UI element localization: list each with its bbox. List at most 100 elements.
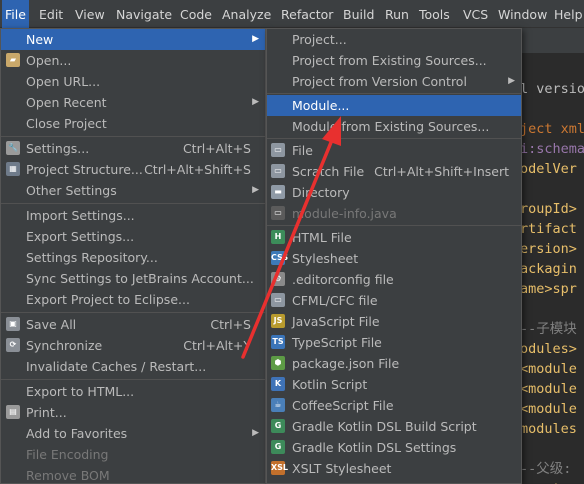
scratch-file-icon: ▭ — [271, 164, 285, 178]
menu-item-editorconfig-file[interactable]: ⚙ .editorconfig file — [267, 269, 521, 290]
menu-help[interactable]: Help — [551, 0, 584, 28]
code-line: modules — [520, 421, 577, 437]
menu-item-kotlin-script[interactable]: K Kotlin Script — [267, 374, 521, 395]
menu-run[interactable]: Run — [382, 0, 412, 28]
save-icon: ▣ — [6, 317, 20, 331]
menu-separator — [267, 138, 521, 139]
code-editor[interactable]: l version ject xml i:schema odelVer roupId> r… — [520, 28, 584, 484]
typescript-file-icon: TS — [271, 335, 285, 349]
menu-item-close-project[interactable]: Close Project — [1, 113, 265, 134]
nodejs-icon: ⬢ — [271, 356, 285, 370]
wrench-icon: 🔧 — [6, 141, 20, 155]
menu-item-label: Export Project to Eclipse... — [26, 292, 190, 307]
code-line: ame>spr — [520, 281, 577, 297]
menu-item-cfml-cfc-file[interactable]: ▭ CFML/CFC file — [267, 290, 521, 311]
menu-item-label: Sync Settings to JetBrains Account... — [26, 271, 254, 286]
code-line: odelVer — [520, 161, 577, 177]
menu-item-label: File — [292, 143, 313, 158]
menu-vcs[interactable]: VCS — [460, 0, 491, 28]
menu-item-project-structure[interactable]: ▦ Project Structure... Ctrl+Alt+Shift+S — [1, 159, 265, 180]
menu-item-label: Module... — [292, 98, 350, 113]
project-structure-icon: ▦ — [6, 162, 20, 176]
menu-item-module-from-existing-sources[interactable]: Module from Existing Sources... — [267, 116, 521, 137]
menu-item-export-project-to-eclipse[interactable]: Export Project to Eclipse... — [1, 289, 265, 310]
menu-item-xslt-stylesheet[interactable]: XSL XSLT Stylesheet — [267, 458, 521, 479]
code-line: roupId> — [520, 201, 577, 217]
menu-item-file[interactable]: ▭ File — [267, 140, 521, 161]
menu-item-label: Directory — [292, 185, 350, 200]
menu-file[interactable]: File — [2, 0, 29, 28]
menu-item-open[interactable]: ▰ Open... — [1, 50, 265, 71]
menu-item-project[interactable]: Project... — [267, 29, 521, 50]
menu-item-import-settings[interactable]: Import Settings... — [1, 205, 265, 226]
menu-item-directory[interactable]: ▬ Directory — [267, 182, 521, 203]
editor-tab-bar — [520, 28, 584, 54]
menu-item-coffeescript-file[interactable]: ☕ CoffeeScript File — [267, 395, 521, 416]
menu-item-export-to-html[interactable]: Export to HTML... — [1, 381, 265, 402]
menu-edit[interactable]: Edit — [36, 0, 66, 28]
menu-item-javascript-file[interactable]: JS JavaScript File — [267, 311, 521, 332]
menu-item-print[interactable]: ▤ Print... — [1, 402, 265, 423]
menu-item-scratch-file[interactable]: ▭ Scratch File Ctrl+Alt+Shift+Insert — [267, 161, 521, 182]
menu-item-gradle-kotlin-dsl-build-script[interactable]: G Gradle Kotlin DSL Build Script — [267, 416, 521, 437]
code-line: ersion> — [520, 241, 577, 257]
menu-item-typescript-file[interactable]: TS TypeScript File — [267, 332, 521, 353]
menu-item-label: Project from Existing Sources... — [292, 53, 487, 68]
menu-item-file-encoding[interactable]: File Encoding — [1, 444, 265, 465]
menu-bar: File Edit View Navigate Code Analyze Refactor B… — [0, 0, 584, 28]
code-line: <module — [520, 401, 577, 417]
menu-code[interactable]: Code — [177, 0, 215, 28]
menu-item-label: Open Recent — [26, 95, 107, 110]
cfml-file-icon: ▭ — [271, 293, 285, 307]
menu-item-settings-repository[interactable]: Settings Repository... — [1, 247, 265, 268]
shortcut-label: Ctrl+Alt+S — [182, 141, 251, 156]
xslt-icon: XSL — [271, 461, 288, 475]
menu-item-label: CFML/CFC file — [292, 293, 378, 308]
javascript-file-icon: JS — [271, 314, 285, 328]
menu-item-open-recent[interactable]: Open Recent ▶ — [1, 92, 265, 113]
menu-item-label: Settings Repository... — [26, 250, 158, 265]
menu-item-module-info-java[interactable]: ▭ module-info.java — [267, 203, 521, 224]
menu-item-label: CoffeeScript File — [292, 398, 394, 413]
menu-item-settings[interactable]: 🔧 Settings... Ctrl+Alt+S — [1, 138, 265, 159]
menu-item-label: Project from Version Control — [292, 74, 467, 89]
menu-build[interactable]: Build — [340, 0, 377, 28]
menu-item-add-to-favorites[interactable]: Add to Favorites ▶ — [1, 423, 265, 444]
menu-item-export-settings[interactable]: Export Settings... — [1, 226, 265, 247]
menu-item-invalidate-caches-restart[interactable]: Invalidate Caches / Restart... — [1, 356, 265, 377]
menu-separator — [267, 93, 521, 94]
menu-separator — [1, 136, 265, 137]
menu-item-module[interactable]: Module... — [267, 95, 521, 116]
menu-item-label: Invalidate Caches / Restart... — [26, 359, 207, 374]
menu-view[interactable]: View — [72, 0, 108, 28]
coffeescript-icon: ☕ — [271, 398, 285, 412]
menu-item-synchronize[interactable]: ⟳ Synchronize Ctrl+Alt+Y — [1, 335, 265, 356]
menu-item-gradle-kotlin-dsl-settings[interactable]: G Gradle Kotlin DSL Settings — [267, 437, 521, 458]
menu-item-project-from-existing-sources[interactable]: Project from Existing Sources... — [267, 50, 521, 71]
menu-item-label: Synchronize — [26, 338, 103, 353]
menu-item-remove-bom[interactable]: Remove BOM — [1, 465, 265, 484]
menu-navigate[interactable]: Navigate — [113, 0, 175, 28]
menu-item-sync-settings-to-jetbrains-account[interactable]: Sync Settings to JetBrains Account... — [1, 268, 265, 289]
menu-item-label: Project Structure... — [26, 162, 143, 177]
menu-separator — [1, 379, 265, 380]
gradle-icon: G — [271, 440, 285, 454]
menu-tools[interactable]: Tools — [416, 0, 453, 28]
menu-analyze[interactable]: Analyze — [219, 0, 274, 28]
shortcut-label: Ctrl+Alt+Y — [183, 338, 251, 353]
menu-item-new[interactable]: New ▶ — [1, 29, 265, 50]
menu-item-label: .editorconfig file — [292, 272, 394, 287]
code-line: <module — [520, 361, 577, 377]
menu-window[interactable]: Window — [495, 0, 550, 28]
menu-item-open-url[interactable]: Open URL... — [1, 71, 265, 92]
menu-item-save-all[interactable]: ▣ Save All Ctrl+S — [1, 314, 265, 335]
file-icon: ▭ — [271, 143, 285, 157]
menu-item-other-settings[interactable]: Other Settings ▶ — [1, 180, 265, 201]
menu-refactor[interactable]: Refactor — [278, 0, 336, 28]
menu-separator — [1, 312, 265, 313]
menu-item-html-file[interactable]: H HTML File — [267, 227, 521, 248]
menu-item-project-from-version-control[interactable]: Project from Version Control ▶ — [267, 71, 521, 92]
menu-item-label: File Encoding — [26, 447, 109, 462]
menu-item-package-json-file[interactable]: ⬢ package.json File — [267, 353, 521, 374]
menu-item-stylesheet[interactable]: CSS Stylesheet — [267, 248, 521, 269]
